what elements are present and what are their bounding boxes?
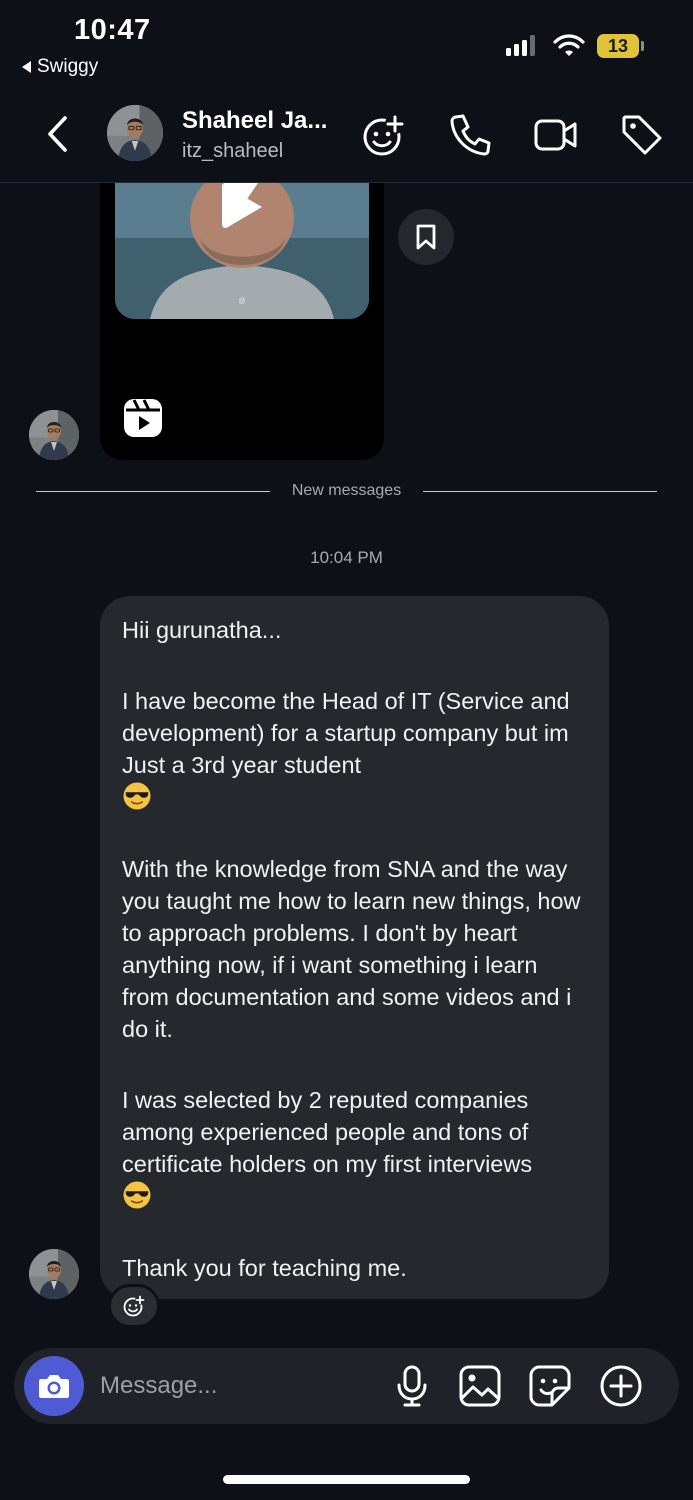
add-reaction-icon (123, 1295, 145, 1317)
microphone-icon[interactable] (394, 1364, 430, 1408)
emoji-line (122, 1180, 587, 1213)
new-messages-label: New messages (291, 482, 402, 499)
cellular-signal-icon (506, 34, 535, 56)
add-reaction-icon[interactable] (360, 111, 408, 159)
svg-text:@: @ (238, 298, 245, 305)
camera-icon (39, 1375, 69, 1398)
video-camera-icon[interactable] (532, 113, 580, 157)
home-indicator[interactable] (223, 1475, 470, 1484)
chevron-left-icon[interactable] (40, 112, 74, 156)
status-time: 10:47 (74, 14, 151, 46)
plus-circle-icon[interactable] (599, 1364, 643, 1408)
divider-line-left (36, 491, 270, 492)
message-paragraph: With the knowledge from SNA and the way … (122, 856, 581, 1042)
sunglasses-emoji-icon (122, 781, 152, 811)
back-triangle-icon (22, 61, 31, 73)
react-button[interactable] (108, 1284, 160, 1328)
contact-avatar[interactable] (107, 105, 163, 161)
paragraph-spacer (122, 1045, 587, 1084)
message-bubble[interactable]: Hii gurunatha... I have become the Head … (100, 596, 609, 1299)
paragraph-spacer (122, 646, 587, 685)
message-input[interactable] (100, 1366, 380, 1406)
emoji-line (122, 781, 587, 814)
paragraph-spacer (122, 814, 587, 853)
phone-icon[interactable] (447, 112, 493, 158)
gallery-icon[interactable] (458, 1364, 502, 1408)
camera-button[interactable] (24, 1356, 84, 1416)
reels-icon (124, 399, 162, 437)
sunglasses-emoji-icon (122, 1180, 152, 1210)
play-icon[interactable] (218, 183, 266, 231)
sticker-icon[interactable] (528, 1364, 572, 1408)
message-paragraph: Hii gurunatha... (122, 617, 282, 643)
bookmark-icon (416, 224, 436, 250)
wifi-icon (553, 34, 585, 56)
contact-name[interactable]: Shaheel Ja... (182, 107, 327, 135)
save-reel-button[interactable] (398, 209, 454, 265)
battery-nub (641, 41, 644, 51)
back-to-app-link[interactable]: Swiggy (22, 56, 98, 78)
back-app-label: Swiggy (37, 56, 99, 77)
message-timestamp: 10:04 PM (310, 548, 383, 567)
sender-avatar[interactable] (29, 1249, 79, 1299)
message-paragraph: Thank you for teaching me. (122, 1255, 407, 1281)
message-paragraph: I was selected by 2 reputed companies am… (122, 1087, 533, 1177)
paragraph-spacer (122, 1213, 587, 1252)
battery-indicator: 13 (597, 34, 639, 58)
divider-line-right (423, 491, 657, 492)
sender-avatar[interactable] (29, 410, 79, 460)
message-paragraph: I have become the Head of IT (Service an… (122, 688, 570, 778)
tag-icon[interactable] (619, 112, 665, 158)
contact-username[interactable]: itz_shaheel (182, 140, 283, 163)
